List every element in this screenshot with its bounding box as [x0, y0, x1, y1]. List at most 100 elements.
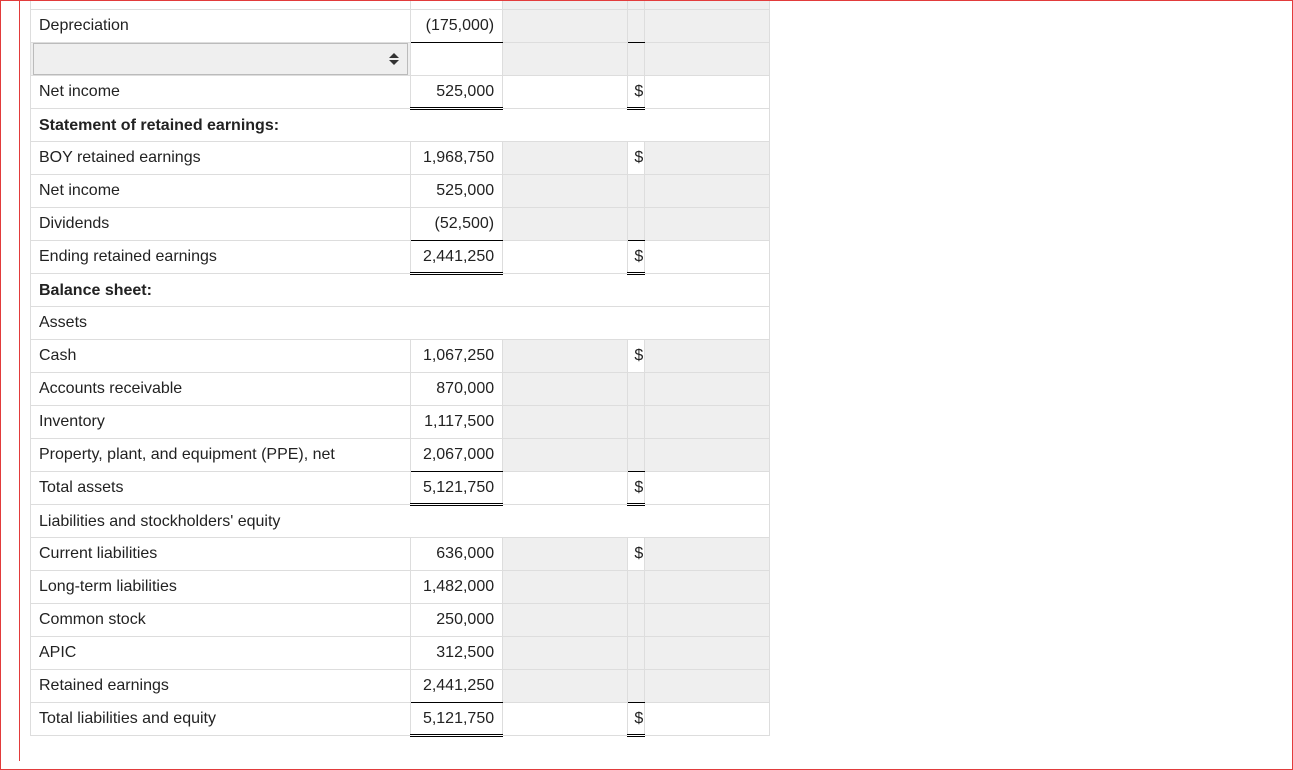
cell-blank: [644, 472, 769, 505]
row-label: Retained earnings: [31, 670, 411, 703]
cell-blank: [503, 637, 628, 670]
row-label: Inventory: [31, 406, 411, 439]
cell-blank: [503, 373, 628, 406]
cell-blank: [644, 208, 769, 241]
cell-blank: [628, 175, 644, 208]
row-value: 1,968,750: [410, 142, 502, 175]
row-label: BOY retained earnings: [31, 142, 411, 175]
row-label: APIC: [31, 637, 411, 670]
row-label: Total liabilities and equity: [31, 703, 411, 736]
row-currency: $: [628, 340, 644, 373]
cell-blank: [644, 439, 769, 472]
cell-blank: [503, 241, 628, 274]
table-row: Common stock 250,000: [31, 604, 770, 637]
row-label: Depreciation: [31, 10, 411, 43]
cell-blank: [503, 670, 628, 703]
row-label: Long-term liabilities: [31, 571, 411, 604]
row-value: (52,500): [410, 208, 502, 241]
row-label: Accounts receivable: [31, 373, 411, 406]
row-label: Property, plant, and equipment (PPE), ne…: [31, 439, 411, 472]
table-row: [31, 1, 770, 10]
page-frame: Depreciation (175,000) Net income 525,00…: [0, 0, 1293, 770]
row-currency: $: [628, 703, 644, 736]
cell-blank: [644, 538, 769, 571]
cell-blank: [503, 142, 628, 175]
row-currency: $: [628, 76, 644, 109]
subsection-header: Liabilities and stockholders' equity: [31, 505, 770, 538]
table-row: APIC 312,500: [31, 637, 770, 670]
table-row: [31, 43, 770, 76]
cell-blank: [503, 439, 628, 472]
row-value: 5,121,750: [410, 703, 502, 736]
table-row: Retained earnings 2,441,250: [31, 670, 770, 703]
content-area: Depreciation (175,000) Net income 525,00…: [19, 1, 1292, 761]
row-value: 250,000: [410, 604, 502, 637]
row-label: Net income: [31, 175, 411, 208]
row-value: 1,482,000: [410, 571, 502, 604]
row-value: 2,441,250: [410, 670, 502, 703]
cell-blank: [503, 571, 628, 604]
cell-blank: [503, 43, 628, 76]
row-label: Net income: [31, 76, 411, 109]
section-header: Balance sheet:: [31, 274, 770, 307]
cell-blank: [644, 43, 769, 76]
cell-blank: [503, 703, 628, 736]
cell-blank: [644, 373, 769, 406]
row-selector[interactable]: [31, 43, 411, 76]
cell-blank: [628, 637, 644, 670]
cell-blank: [644, 10, 769, 43]
table-row: Total liabilities and equity 5,121,750 $: [31, 703, 770, 736]
cell-blank: [503, 175, 628, 208]
cell-blank: [503, 340, 628, 373]
table-row: Dividends (52,500): [31, 208, 770, 241]
table-row: Depreciation (175,000): [31, 10, 770, 43]
cell-blank: [644, 637, 769, 670]
row-value: 1,117,500: [410, 406, 502, 439]
cell-blank: [628, 43, 644, 76]
table-row: Property, plant, and equipment (PPE), ne…: [31, 439, 770, 472]
cell-blank: [410, 43, 502, 76]
cell-blank: [503, 208, 628, 241]
cell-blank: [644, 175, 769, 208]
row-value: 5,121,750: [410, 472, 502, 505]
table-row: Net income 525,000: [31, 175, 770, 208]
row-value: 2,441,250: [410, 241, 502, 274]
table-row: Long-term liabilities 1,482,000: [31, 571, 770, 604]
cell-blank: [503, 406, 628, 439]
cell-blank: [628, 571, 644, 604]
cell-blank: [644, 241, 769, 274]
cell-blank: [644, 142, 769, 175]
cell-blank: [644, 703, 769, 736]
row-label: Total assets: [31, 472, 411, 505]
row-value: 1,067,250: [410, 340, 502, 373]
row-value: 312,500: [410, 637, 502, 670]
cell-blank: [628, 406, 644, 439]
cell-blank: [644, 406, 769, 439]
cell-blank: [503, 604, 628, 637]
table-row: Liabilities and stockholders' equity: [31, 505, 770, 538]
cell-blank: [503, 472, 628, 505]
table-row: Assets: [31, 307, 770, 340]
row-currency: $: [628, 241, 644, 274]
row-label: Cash: [31, 340, 411, 373]
cell-blank: [644, 571, 769, 604]
cell-blank: [628, 439, 644, 472]
cell-blank: [503, 538, 628, 571]
cell-blank: [628, 670, 644, 703]
row-currency: $: [628, 142, 644, 175]
table-row: Statement of retained earnings:: [31, 109, 770, 142]
financials-table: Depreciation (175,000) Net income 525,00…: [30, 1, 770, 737]
row-label: Ending retained earnings: [31, 241, 411, 274]
row-currency: $: [628, 538, 644, 571]
sort-icon: [389, 53, 399, 65]
table-row: Net income 525,000 $: [31, 76, 770, 109]
cell-blank: [644, 340, 769, 373]
cell-blank: [503, 76, 628, 109]
cell-blank: [644, 604, 769, 637]
table-row: Ending retained earnings 2,441,250 $: [31, 241, 770, 274]
subsection-header: Assets: [31, 307, 770, 340]
cell-blank: [644, 670, 769, 703]
row-value: 870,000: [410, 373, 502, 406]
row-value: 636,000: [410, 538, 502, 571]
row-value: 525,000: [410, 175, 502, 208]
